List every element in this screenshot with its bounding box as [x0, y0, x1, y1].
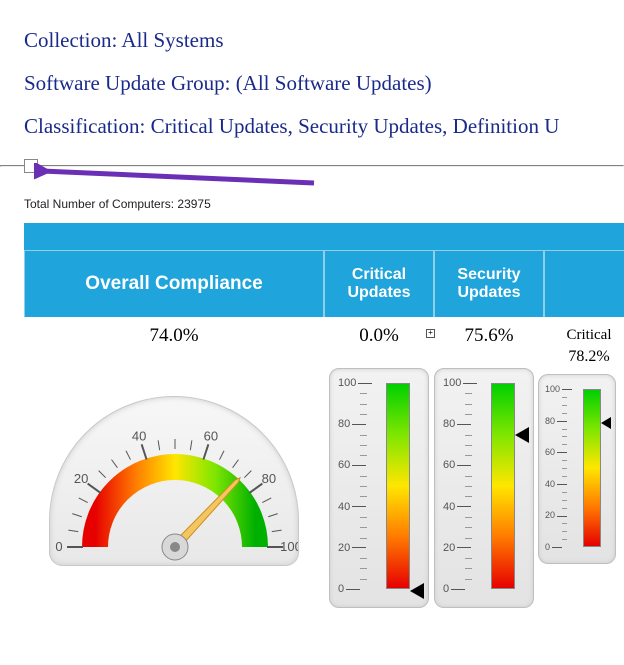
collection-line: Collection: All Systems: [24, 28, 600, 53]
compliance-table: Overall Compliance Critical Updates Secu…: [24, 223, 624, 608]
table-header-row: Overall Compliance Critical Updates Secu…: [24, 251, 624, 317]
extra-value: 78.2%: [544, 344, 624, 366]
update-group-line: Software Update Group: (All Software Upd…: [24, 71, 600, 96]
gauges-row: 0 20 40 60 80 100 100806040200: [24, 368, 624, 608]
extra-label: Critical: [544, 327, 624, 344]
col-extra: [544, 251, 624, 317]
svg-text:100: 100: [280, 539, 299, 554]
extra-gauge: 100806040200: [538, 374, 616, 564]
expand-icon[interactable]: +: [426, 329, 435, 338]
critical-value: 0.0%: [324, 317, 434, 366]
svg-text:80: 80: [262, 471, 276, 486]
overall-gauge: 0 20 40 60 80 100: [49, 396, 299, 566]
svg-text:0: 0: [55, 539, 62, 554]
col-critical[interactable]: Critical Updates: [324, 251, 434, 317]
security-value: + 75.6%: [434, 317, 544, 366]
svg-text:40: 40: [132, 429, 146, 444]
report-header: Collection: All Systems Software Update …: [0, 0, 624, 165]
overall-value: 74.0%: [24, 317, 324, 366]
svg-text:20: 20: [74, 471, 88, 486]
value-row: 74.0% 0.0% + 75.6% Critical 78.2%: [24, 317, 624, 366]
col-overall[interactable]: Overall Compliance: [24, 251, 324, 317]
total-label: Total Number of Computers:: [24, 197, 177, 211]
security-gauge: 100806040200: [434, 368, 534, 608]
annotation-arrow-icon: [34, 163, 334, 191]
total-count: 23975: [177, 197, 210, 211]
col-security[interactable]: Security Updates: [434, 251, 544, 317]
svg-text:60: 60: [204, 429, 218, 444]
classification-line: Classification: Critical Updates, Securi…: [24, 114, 600, 139]
total-computers: Total Number of Computers: 23975: [0, 193, 624, 217]
extra-col: Critical 78.2%: [544, 317, 624, 366]
critical-gauge: 100806040200: [329, 368, 429, 608]
